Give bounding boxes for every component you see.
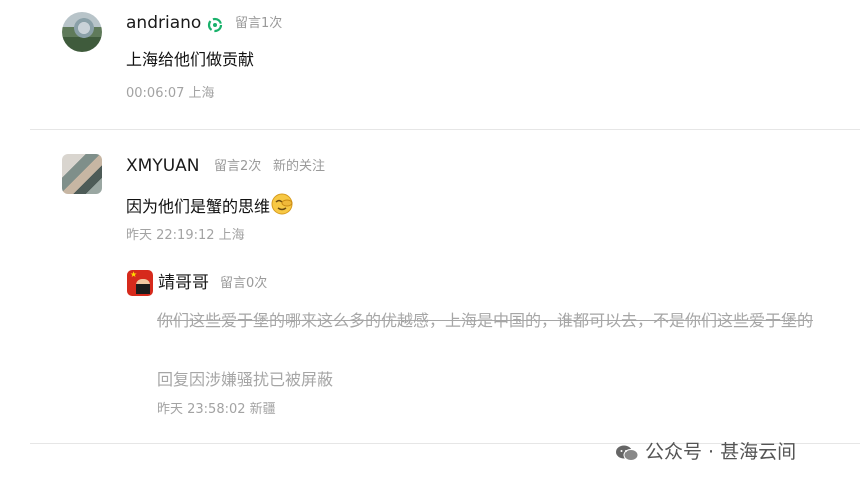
reply-deleted-text: 你们这些爱于堡的哪来这么多的优越感，上海是中国的，谁都可以去，不是你们这些爱于堡… — [157, 311, 814, 330]
reply-time: 昨天 23:58:02 新疆 — [157, 402, 276, 417]
comment-2-text: 因为他们是蟹的思维 — [126, 197, 271, 216]
avatar-xmyuan[interactable] — [62, 154, 102, 194]
comment-1-time: 00:06:07 上海 — [126, 86, 215, 101]
comment-2-username[interactable]: XMYUAN — [126, 156, 200, 176]
avatar-andriano[interactable] — [62, 12, 102, 52]
comment-1-count: 留言1次 — [235, 16, 283, 31]
new-follow-badge: 新的关注 — [273, 159, 326, 174]
avatar-jinggege[interactable]: ★ — [127, 270, 153, 296]
comment-2-text-row: 因为他们是蟹的思维 — [126, 193, 293, 221]
comment-1-text: 上海给他们做贡献 — [126, 50, 255, 69]
watermark-text: 公众号 · 甚海云间 — [645, 441, 797, 463]
divider — [30, 129, 860, 130]
wechat-icon — [616, 445, 639, 461]
comment-1-username[interactable]: andriano — [126, 13, 201, 33]
reply-username[interactable]: 靖哥哥 — [158, 273, 209, 293]
comment-2-time: 昨天 22:19:12 上海 — [126, 228, 245, 243]
facepalm-emoji-icon — [271, 193, 293, 221]
reply-count: 留言0次 — [220, 276, 268, 291]
reply-blocked-notice: 回复因涉嫌骚扰已被屏蔽 — [157, 370, 334, 389]
verified-badge-icon — [207, 17, 223, 33]
comment-2-count: 留言2次 — [214, 159, 262, 174]
